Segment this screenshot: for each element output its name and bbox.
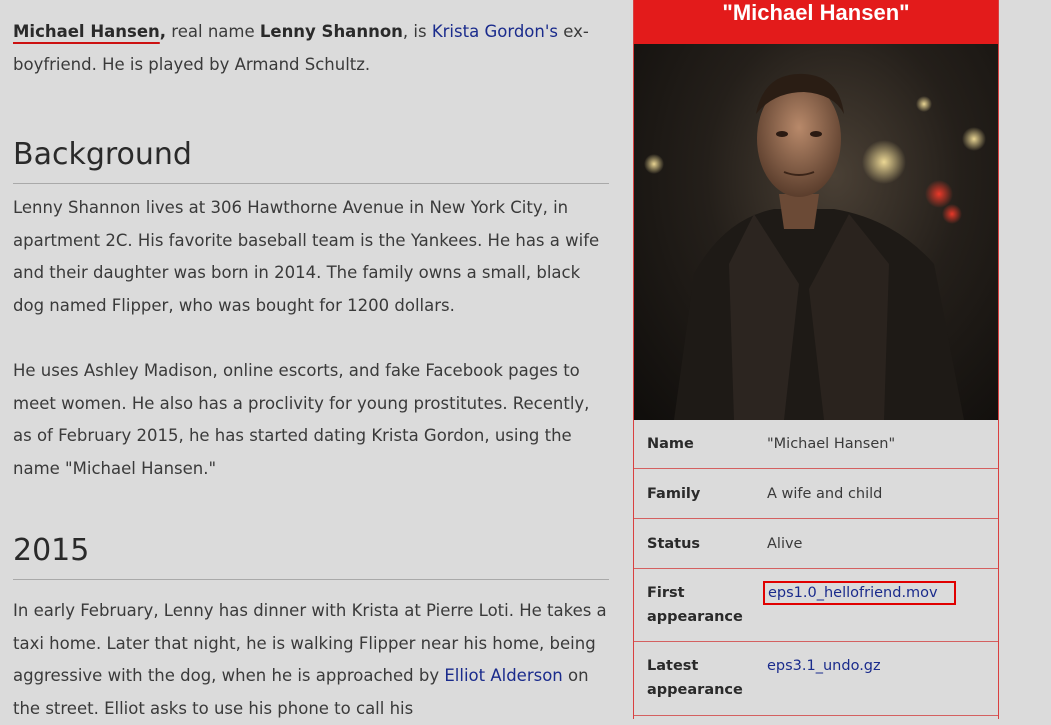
infobox-row-latest-appearance: Latest appearance eps3.1_undo.gz [634, 642, 998, 716]
first-appearance-highlight: eps1.0_hellofriend.mov [763, 581, 956, 605]
infobox-label-family: Family [647, 485, 701, 502]
background-paragraph-2: He uses Ashley Madison, online escorts, … [13, 361, 590, 478]
background-paragraph-1: Lenny Shannon lives at 306 Hawthorne Ave… [13, 198, 600, 315]
infobox-value-name: "Michael Hansen" [767, 436, 896, 452]
section-2015-heading: 2015 [13, 531, 609, 580]
character-photo [634, 44, 998, 420]
krista-gordon-link[interactable]: Krista Gordon's [432, 22, 558, 41]
infobox-row-name: Name "Michael Hansen" [634, 420, 998, 469]
intro-text-1: real name [166, 22, 260, 41]
character-photo-illustration [644, 73, 986, 420]
character-infobox: "Michael Hansen" Name "Michael Hansen" F… [633, 0, 999, 719]
real-name: Lenny Shannon [259, 22, 403, 41]
background-heading: Background [13, 135, 609, 184]
article-subject-name: Michael Hansen [13, 22, 160, 41]
infobox-row-status: Status Alive [634, 519, 998, 569]
article-body: Michael Hansen, real name Lenny Shannon,… [13, 16, 609, 725]
infobox-title: "Michael Hansen" [634, 0, 998, 44]
infobox-label-status: Status [647, 535, 701, 552]
first-appearance-link[interactable]: eps1.0_hellofriend.mov [768, 585, 938, 601]
latest-appearance-link[interactable]: eps3.1_undo.gz [767, 658, 881, 674]
infobox-row-family: Family A wife and child [634, 469, 998, 519]
infobox-value-status: Alive [767, 535, 803, 552]
infobox-label-latest-appearance: Latest appearance [647, 658, 743, 698]
intro-text-2: , is [402, 22, 432, 41]
infobox-label-name: Name [647, 436, 694, 452]
infobox-label-first-appearance: First appearance [647, 585, 743, 625]
infobox-value-latest-appearance: eps3.1_undo.gz [747, 654, 998, 678]
intro-paragraph: Michael Hansen, real name Lenny Shannon,… [13, 16, 609, 81]
infobox-value-family: A wife and child [767, 485, 883, 502]
infobox-value-first-appearance: eps1.0_hellofriend.mov [747, 581, 998, 605]
section-2015-paragraph: In early February, Lenny has dinner with… [13, 595, 609, 725]
elliot-alderson-link[interactable]: Elliot Alderson [444, 666, 562, 685]
infobox-row-first-appearance: First appearance eps1.0_hellofriend.mov [634, 569, 998, 642]
